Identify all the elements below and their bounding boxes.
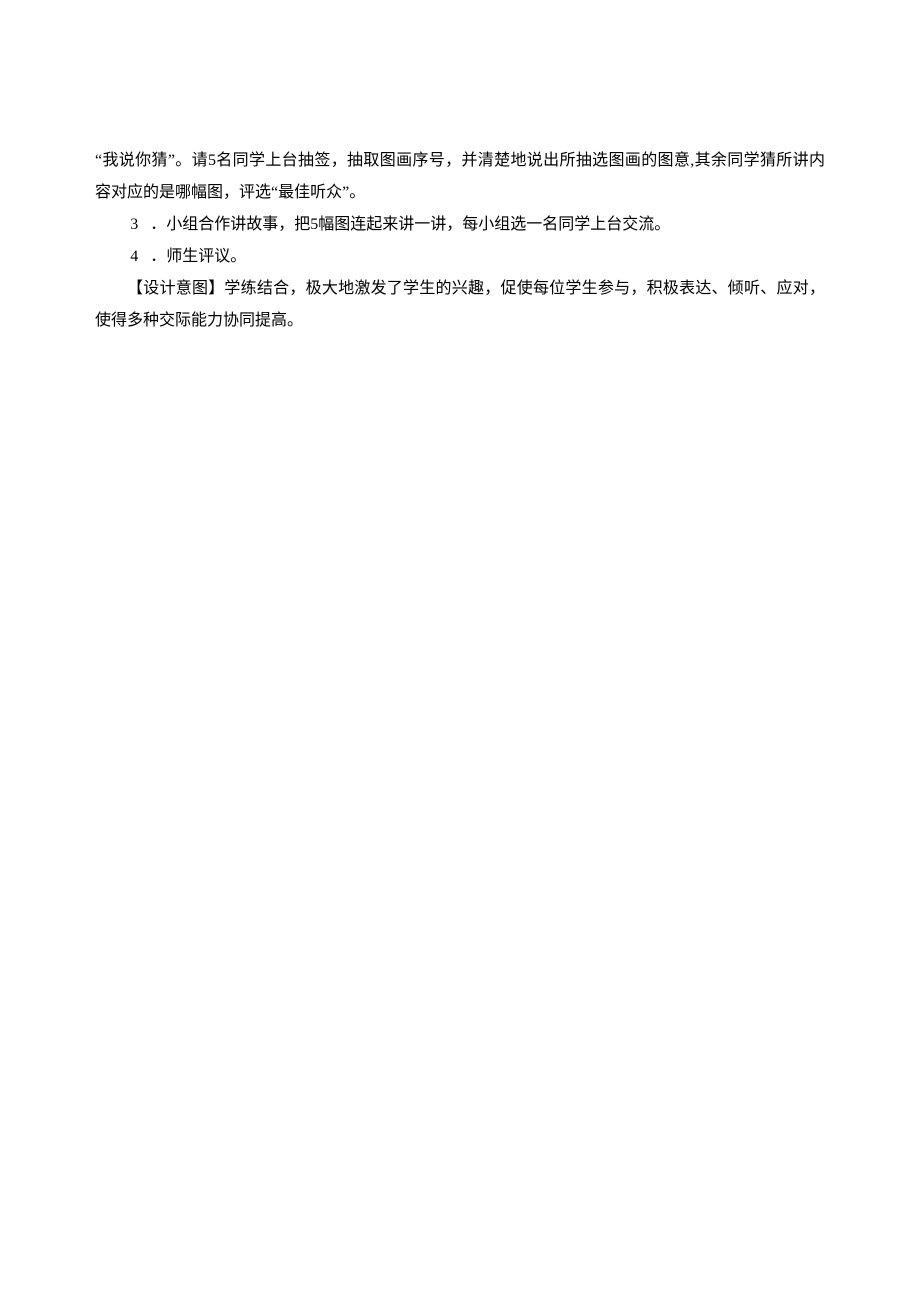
paragraph-design-intent: 【设计意图】学练结合，极大地激发了学生的兴趣，促使每位学生参与，积极表达、倾听、… xyxy=(95,273,825,337)
list-item-4: 4 ．师生评议。 xyxy=(95,241,825,273)
list-number: 4 xyxy=(130,241,146,273)
list-number: 3 xyxy=(130,209,146,241)
paragraph-activity-description: “我说你猜”。请5名同学上台抽签，抽取图画序号，并清楚地说出所抽选图画的图意,其… xyxy=(95,145,825,209)
list-item-3: 3 ．小组合作讲故事，把5幅图连起来讲一讲，每小组选一名同学上台交流。 xyxy=(95,209,825,241)
list-text: ．师生评议。 xyxy=(150,248,246,265)
list-text: ．小组合作讲故事，把5幅图连起来讲一讲，每小组选一名同学上台交流。 xyxy=(150,216,670,233)
